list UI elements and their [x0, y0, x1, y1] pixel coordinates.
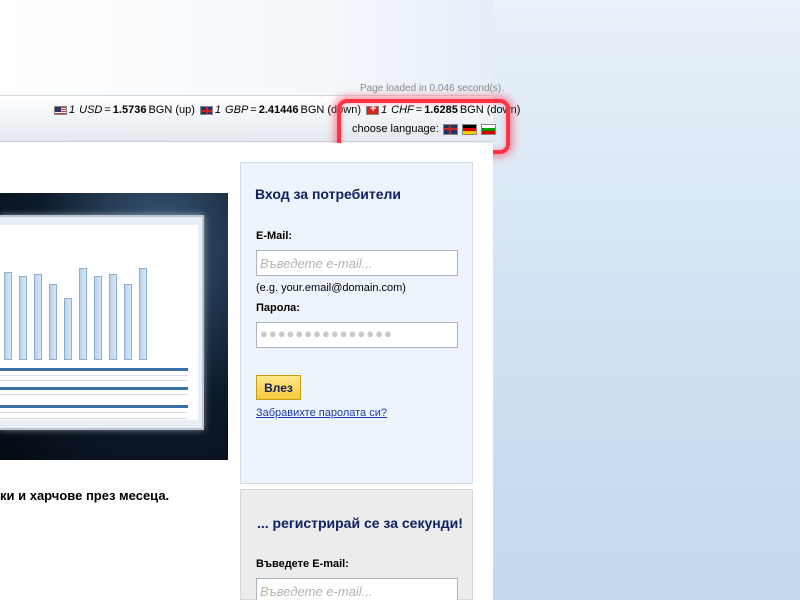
- preview-bar: [109, 274, 117, 360]
- login-panel: Вход за потребители E-Mail: Въведете e-m…: [240, 162, 473, 484]
- rate-trend: (up): [175, 104, 195, 116]
- preview-bar: [124, 284, 132, 360]
- preview-bar: [4, 272, 12, 360]
- email-input[interactable]: Въведете e-mail...: [256, 250, 458, 276]
- preview-bar: [139, 268, 147, 360]
- rate-eq: =: [104, 104, 111, 116]
- rate-value: 1.5736: [112, 104, 147, 116]
- preview-table-line: [0, 375, 188, 376]
- register-panel: ... регистрирай се за секунди! Въведете …: [240, 489, 473, 600]
- rate-prefix: 1: [214, 104, 222, 116]
- rate-value: 2.41446: [258, 104, 299, 116]
- login-title: Вход за потребители: [255, 186, 402, 202]
- preview-table-header: [0, 405, 188, 408]
- register-email-label: Въведете E-mail:: [256, 558, 349, 570]
- rate-currency: USD: [79, 104, 103, 116]
- email-label: E-Mail:: [256, 230, 293, 242]
- preview-bar: [94, 276, 102, 360]
- preview-bar: [49, 284, 57, 360]
- background-strip: [493, 0, 800, 600]
- page-load-time: Page loaded in 0.046 second(s).: [360, 83, 504, 94]
- uk-flag-icon: [199, 105, 213, 115]
- forgot-password-link[interactable]: Забравихте паролата си?: [256, 407, 387, 419]
- email-hint: (e.g. your.email@domain.com): [256, 282, 406, 294]
- preview-table-line: [0, 418, 188, 419]
- password-input[interactable]: ●●●●●●●●●●●●●●●: [256, 322, 458, 348]
- preview-bar: [19, 276, 27, 360]
- preview-table-line: [0, 394, 188, 395]
- preview-table-line: [0, 380, 188, 381]
- register-title: ... регистрирай се за секунди!: [257, 515, 463, 531]
- preview-chart: [0, 255, 150, 360]
- feature-description: ки и харчове през месеца.: [0, 488, 170, 503]
- preview-bar: [64, 298, 72, 360]
- preview-table-header: [0, 387, 188, 390]
- preview-bar: [34, 274, 42, 360]
- preview-table-header: [0, 368, 188, 371]
- login-button[interactable]: Влез: [256, 375, 301, 400]
- app-preview-screen: [0, 225, 198, 420]
- password-label: Парола:: [256, 302, 300, 314]
- rate-eq: =: [250, 104, 257, 116]
- rate-unit: BGN: [300, 104, 325, 116]
- rate-unit: BGN: [148, 104, 173, 116]
- preview-table-line: [0, 412, 188, 413]
- rate-currency: GBP: [225, 104, 249, 116]
- app-preview-monitor: [0, 215, 204, 430]
- rate-prefix: 1: [69, 104, 76, 116]
- us-flag-icon: [54, 105, 67, 115]
- preview-bar: [79, 268, 87, 360]
- register-email-input[interactable]: Въведете e-mail...: [256, 578, 458, 600]
- rate-usd: 1 USD = 1.5736 BGN (up): [54, 104, 195, 116]
